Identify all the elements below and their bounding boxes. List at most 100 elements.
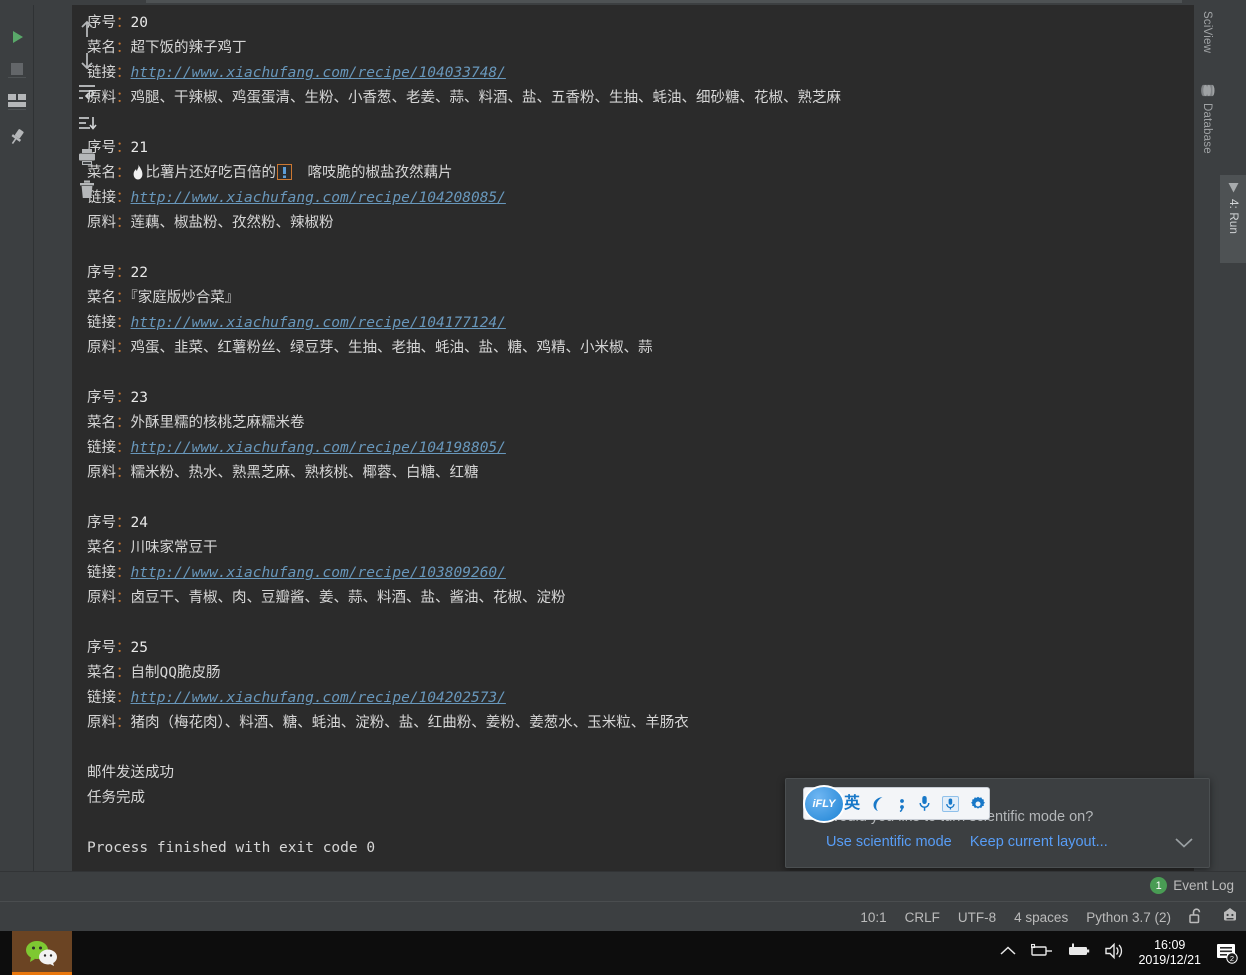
indent-setting[interactable]: 4 spaces: [1014, 910, 1068, 925]
network-icon[interactable]: [1031, 942, 1053, 965]
colon: ：: [116, 140, 131, 156]
colon: ：: [116, 640, 131, 656]
database-tab-label: Database: [1201, 103, 1213, 154]
pin-icon: [11, 129, 24, 145]
recipe-ingredients-value: 糯米粉、热水、熟黑芝麻、熟核桃、椰蓉、白糖、红糖: [130, 465, 479, 481]
play-icon: [12, 31, 23, 43]
keep-current-layout-link[interactable]: Keep current layout...: [970, 834, 1108, 850]
recipe-name-row: 菜名：『家庭版炒合菜』: [87, 286, 1194, 311]
settings-gear-icon[interactable]: [970, 796, 986, 812]
recipe-name-row: 菜名： 比薯片还好吃百倍的 喀吱脆的椒盐孜然藕片: [87, 161, 1194, 186]
sciview-tab-label: SciView: [1201, 11, 1213, 54]
colon: ：: [116, 590, 131, 606]
ifly-brand-text: iFLY: [812, 798, 836, 810]
play-icon: [1228, 183, 1238, 193]
recipe-index-row: 序号：22: [87, 261, 1194, 286]
system-tray: 16:09 2019/12/21 2: [998, 931, 1240, 975]
trash-icon: [79, 180, 94, 198]
unlocked-icon[interactable]: [1189, 907, 1204, 927]
recipe-name-row: 菜名：川味家常豆干: [87, 536, 1194, 561]
inspector-icon[interactable]: [1222, 907, 1238, 927]
recipe-url[interactable]: http://www.xiachufang.com/recipe/1041771…: [131, 315, 506, 331]
ingredients-label: 原料: [87, 465, 116, 481]
notification-icon: 2: [1217, 944, 1238, 964]
run-console-output[interactable]: 序号：20 菜名：超下饭的辣子鸡丁 链接：http://www.xiachufa…: [72, 5, 1194, 871]
taskbar-clock[interactable]: 16:09 2019/12/21: [1138, 938, 1201, 968]
use-scientific-mode-link[interactable]: Use scientific mode: [826, 834, 952, 850]
pycharm-window: 序号：20 菜名：超下饭的辣子鸡丁 链接：http://www.xiachufa…: [0, 0, 1246, 975]
colon: ：: [116, 540, 131, 556]
recipe-name-part2: 喀吱脆的椒盐孜然藕片: [293, 165, 453, 181]
battery-icon[interactable]: [1066, 943, 1090, 964]
colon: ：: [116, 265, 131, 281]
voice-input-icon[interactable]: [942, 795, 960, 812]
chevron-down-icon: [1175, 838, 1193, 848]
recipe-name-row: 菜名：超下饭的辣子鸡丁: [87, 36, 1194, 61]
wechat-taskbar-button[interactable]: [12, 931, 72, 975]
recipe-ingredients-row: 原料：鸡蛋、韭菜、红薯粉丝、绿豆芽、生抽、老抽、蚝油、盐、糖、鸡精、小米椒、蒜: [87, 336, 1194, 361]
link-label: 链接: [87, 440, 116, 456]
layout-button[interactable]: [0, 85, 33, 117]
scroll-to-end-icon: [78, 117, 97, 130]
colon: ：: [116, 465, 131, 481]
colon: ：: [116, 15, 131, 31]
index-label: 序号: [87, 265, 116, 281]
recipe-ingredients-row: 原料：糯米粉、热水、熟黑芝麻、熟核桃、椰蓉、白糖、红糖: [87, 461, 1194, 486]
arrow-up-icon: [80, 20, 93, 37]
recipe-url[interactable]: http://www.xiachufang.com/recipe/1042025…: [131, 690, 506, 706]
volume-icon[interactable]: [1103, 942, 1125, 965]
rerun-button[interactable]: [0, 21, 33, 53]
colon: ：: [116, 665, 131, 681]
run-tab-label: 4: Run: [1227, 199, 1239, 235]
show-hidden-icons-button[interactable]: [998, 944, 1018, 963]
recipe-index-value: 24: [130, 515, 148, 531]
colon: ：: [116, 90, 131, 106]
recipe-name-value: 自制QQ脆皮肠: [130, 665, 221, 681]
chevron-up-icon: [1000, 945, 1016, 955]
recipe-block: 序号：25 菜名：自制QQ脆皮肠 链接：http://www.xiachufan…: [87, 636, 1194, 736]
recipe-url[interactable]: http://www.xiachufang.com/recipe/1038092…: [131, 565, 506, 581]
recipe-ingredients-row: 原料：鸡腿、干辣椒、鸡蛋蛋清、生粉、小香葱、老姜、蒜、料酒、盐、五香粉、生抽、蚝…: [87, 86, 1194, 111]
semicolon-icon[interactable]: [897, 796, 907, 812]
recipe-url[interactable]: http://www.xiachufang.com/recipe/1041988…: [131, 440, 506, 456]
recipe-link-row: 链接：http://www.xiachufang.com/recipe/1041…: [87, 436, 1194, 461]
recipe-link-row: 链接：http://www.xiachufang.com/recipe/1042…: [87, 186, 1194, 211]
recipe-name-value: 超下饭的辣子鸡丁: [130, 40, 247, 56]
microphone-icon[interactable]: [918, 795, 931, 812]
file-encoding[interactable]: UTF-8: [958, 910, 996, 925]
toolbar-divider-2: [8, 109, 26, 110]
action-center-button[interactable]: 2: [1214, 940, 1240, 966]
run-tab[interactable]: 4: Run: [1220, 175, 1246, 263]
sciview-tab[interactable]: SciView: [1194, 5, 1220, 67]
database-tab[interactable]: Database: [1194, 77, 1220, 189]
python-interpreter[interactable]: Python 3.7 (2): [1086, 910, 1171, 925]
index-label: 序号: [87, 515, 116, 531]
caret-position[interactable]: 10:1: [860, 910, 886, 925]
event-log-button[interactable]: 1 Event Log: [1150, 877, 1234, 894]
line-separator[interactable]: CRLF: [905, 910, 940, 925]
colon: ：: [116, 515, 131, 531]
colon: ：: [116, 390, 131, 406]
ifly-ime-toolbar[interactable]: iFLY 英: [803, 785, 990, 823]
stop-icon: [10, 63, 23, 75]
recipe-url[interactable]: http://www.xiachufang.com/recipe/1040337…: [131, 65, 506, 81]
notification-actions: Use scientific mode Keep current layout.…: [826, 833, 1195, 855]
ime-mode-button[interactable]: 英: [844, 795, 860, 812]
event-log-badge: 1: [1150, 877, 1168, 894]
link-label: 链接: [87, 565, 116, 581]
ifly-logo-icon[interactable]: iFLY: [803, 785, 845, 823]
recipe-url[interactable]: http://www.xiachufang.com/recipe/1042080…: [131, 190, 506, 206]
recipe-name-row: 菜名：自制QQ脆皮肠: [87, 661, 1194, 686]
moon-icon[interactable]: [871, 796, 886, 812]
run-toolbar: [0, 5, 33, 871]
collapse-button[interactable]: [1173, 836, 1195, 853]
recipe-block: 序号：21 菜名： 比薯片还好吃百倍的 喀吱脆的椒盐孜然藕片 链接：http://…: [87, 136, 1194, 236]
stop-button[interactable]: [0, 53, 33, 85]
recipe-index-value: 23: [130, 390, 148, 406]
taskbar-time: 16:09: [1154, 938, 1186, 952]
name-label: 菜名: [87, 665, 116, 681]
pin-button[interactable]: [0, 121, 33, 153]
name-label: 菜名: [87, 415, 116, 431]
colon: ：: [116, 340, 131, 356]
recipe-link-row: 链接：http://www.xiachufang.com/recipe/1041…: [87, 311, 1194, 336]
